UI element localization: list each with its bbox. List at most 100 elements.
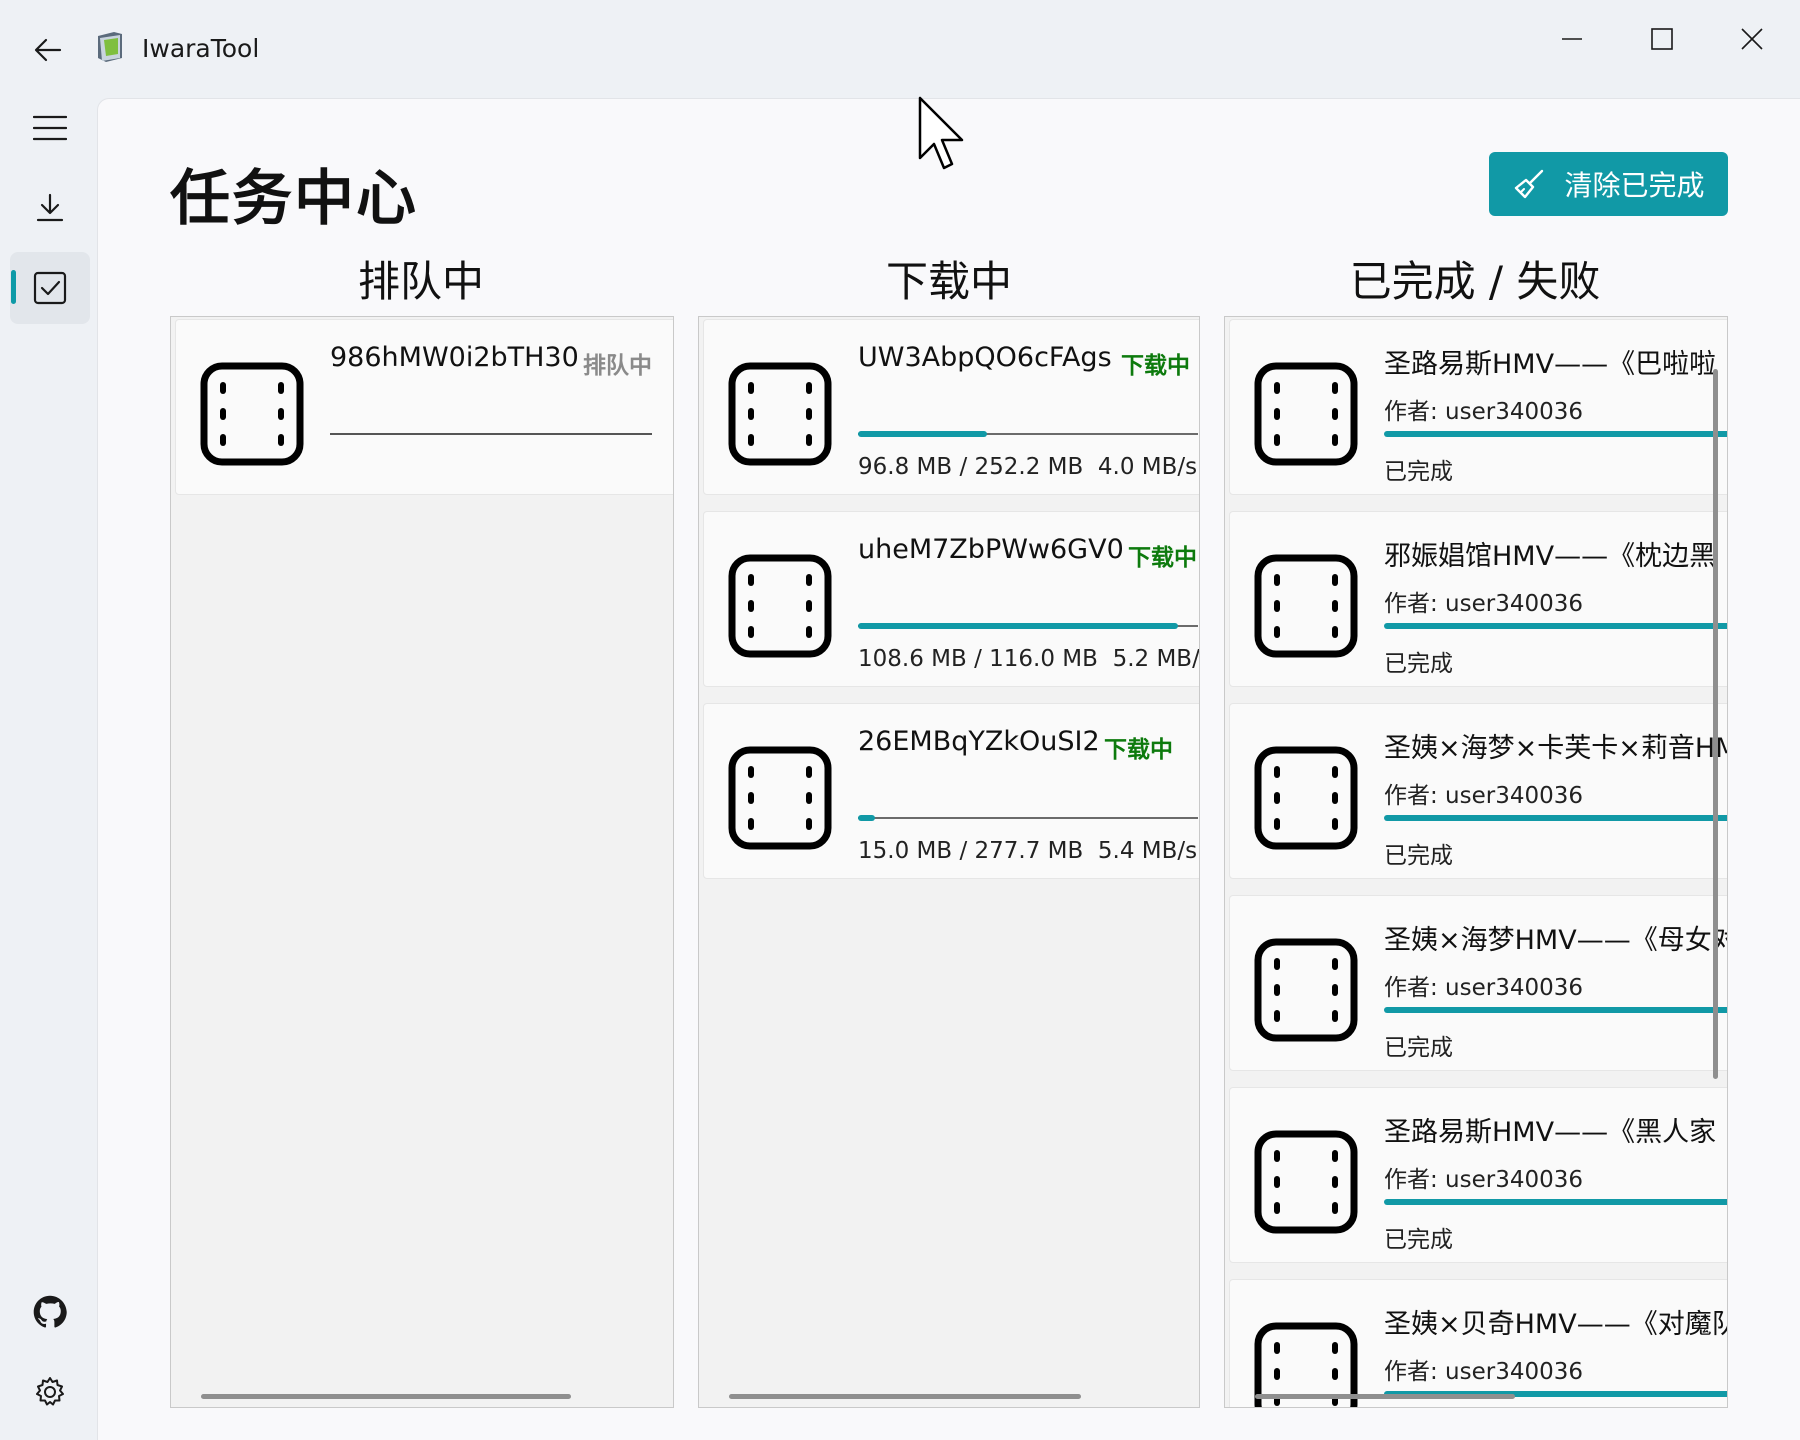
film-icon (728, 746, 832, 850)
status-badge: 下载中 (1104, 737, 1173, 763)
item-name: 圣姨×海梦×卡芙卡×莉音HM (1384, 733, 1728, 764)
download-icon (36, 193, 64, 222)
nav-settings[interactable] (10, 1356, 90, 1428)
item-name: 26EMBqYZkOuSI2 (858, 726, 1100, 757)
status-badge: 下载中 (1128, 545, 1197, 571)
item-name: 圣姨×海梦HMV——《母女对 (1384, 925, 1728, 956)
clear-completed-button[interactable]: 清除已完成 (1489, 152, 1728, 216)
item-size-speed: 108.6 MB / 116.0 MB 5.2 MB/s (858, 646, 1200, 672)
list-item[interactable]: 圣路易斯HMV——《巴啦啦作者: user340036 已完成 (1229, 319, 1727, 495)
film-icon (728, 554, 832, 658)
nav-menu-button[interactable] (10, 92, 90, 164)
item-name: 圣姨×贝奇HMV——《对魔队 (1384, 1309, 1728, 1340)
checkbox-icon (33, 271, 67, 305)
progress-track (858, 431, 1198, 437)
progress-fill (1384, 623, 1727, 629)
clear-completed-label: 清除已完成 (1564, 169, 1705, 202)
broom-icon (1515, 169, 1544, 199)
item-size: 96.8 MB / 252.2 MB (858, 454, 1084, 480)
item-author: 作者: user340036 (1384, 591, 1584, 617)
item-name: 邪娠娼馆HMV——《枕边黑 (1384, 541, 1717, 572)
horizontal-scrollbar[interactable] (201, 1394, 571, 1399)
progress-fill (1384, 815, 1727, 821)
item-status: 已完成 (1384, 1035, 1453, 1061)
minimize-icon (1562, 38, 1582, 40)
item-speed: 5.2 MB/s (1112, 646, 1200, 672)
progress-fill (858, 815, 875, 821)
film-icon (200, 362, 304, 466)
item-author: 作者: user340036 (1384, 1167, 1584, 1193)
item-size: 15.0 MB / 277.7 MB (858, 838, 1084, 864)
progress-fill (858, 623, 1178, 629)
github-icon (33, 1295, 67, 1328)
progress-fill (858, 431, 988, 437)
nav-download[interactable] (10, 172, 90, 244)
status-badge: 排队中 (583, 353, 652, 379)
column-header-downloading: 下载中 (885, 257, 1012, 306)
horizontal-scrollbar[interactable] (729, 1394, 1081, 1399)
item-name: uheM7ZbPWw6GV0 (858, 534, 1124, 565)
list-item[interactable]: uheM7ZbPWw6GV0 下载中 108.6 MB / 116.0 MB 5… (703, 511, 1200, 687)
progress-fill (1384, 431, 1727, 437)
title-bar: IwaraTool (0, 0, 1800, 98)
close-button[interactable] (1716, 10, 1788, 68)
item-status: 已完成 (1384, 651, 1453, 677)
progress-fill (1384, 1199, 1727, 1205)
item-status: 已完成 (1384, 843, 1453, 869)
item-name: 圣路易斯HMV——《巴啦啦 (1384, 349, 1717, 380)
item-size-speed: 96.8 MB / 252.2 MB 4.0 MB/s (858, 454, 1197, 480)
item-size: 108.6 MB / 116.0 MB (858, 646, 1098, 672)
progress-track (858, 815, 1198, 821)
list-item[interactable]: 26EMBqYZkOuSI2 下载中 15.0 MB / 277.7 MB 5.… (703, 703, 1199, 879)
gear-icon (36, 1377, 64, 1406)
film-icon (1254, 554, 1358, 658)
queued-panel[interactable]: 986hMW0i2bTH30 排队中 (170, 316, 674, 1408)
list-item[interactable]: 986hMW0i2bTH30 排队中 (175, 319, 673, 495)
item-name: UW3AbpQO6cFAgs (858, 342, 1112, 373)
item-status: 已完成 (1384, 1227, 1453, 1253)
item-speed: 5.4 MB/s (1097, 838, 1198, 864)
film-icon (1254, 1130, 1358, 1234)
progress-fill (1384, 1007, 1727, 1013)
horizontal-scrollbar[interactable] (1255, 1394, 1515, 1399)
film-icon (1254, 362, 1358, 466)
hamburger-menu-icon (33, 115, 67, 141)
item-name: 圣路易斯HMV——《黑人家 (1384, 1117, 1717, 1148)
app-title: IwaraTool (142, 34, 260, 63)
maximize-icon (1651, 28, 1673, 50)
item-author: 作者: user340036 (1384, 399, 1584, 425)
close-icon (1741, 28, 1763, 50)
column-header-queued: 排队中 (357, 257, 484, 306)
item-name: 986hMW0i2bTH30 (330, 342, 579, 373)
item-size-speed: 15.0 MB / 277.7 MB 5.4 MB/s (858, 838, 1197, 864)
item-speed: 4.0 MB/s (1097, 454, 1198, 480)
downloading-panel[interactable]: UW3AbpQO6cFAgs 下载中 96.8 MB / 252.2 MB 4.… (698, 316, 1200, 1408)
film-icon (1254, 746, 1358, 850)
list-item[interactable]: 圣姨×海梦×卡芙卡×莉音HM 作者: user340036 已完成 (1229, 703, 1728, 879)
column-header-done: 已完成 / 失败 (1349, 257, 1601, 306)
status-badge: 下载中 (1121, 353, 1190, 379)
nav-task-center[interactable] (10, 252, 90, 324)
mouse-cursor-icon (918, 96, 964, 170)
film-icon (1254, 938, 1358, 1042)
list-item[interactable]: 圣姨×海梦HMV——《母女对作者: user340036 已完成 (1229, 895, 1728, 1071)
item-author: 作者: user340036 (1384, 783, 1584, 809)
item-author: 作者: user340036 (1384, 975, 1584, 1001)
maximize-button[interactable] (1626, 10, 1698, 68)
minimize-button[interactable] (1536, 10, 1608, 68)
nav-github[interactable] (10, 1276, 90, 1348)
item-author: 作者: user340036 (1384, 1359, 1584, 1385)
film-icon (728, 362, 832, 466)
nav-active-indicator (11, 270, 16, 304)
item-status: 已完成 (1384, 459, 1453, 485)
list-item[interactable]: 邪娠娼馆HMV——《枕边黑作者: user340036 已完成 (1229, 511, 1727, 687)
back-button[interactable] (22, 24, 74, 76)
list-item[interactable]: 圣路易斯HMV——《黑人家作者: user340036 已完成 (1229, 1087, 1727, 1263)
list-item[interactable]: 圣姨×贝奇HMV——《对魔队作者: user340036已完成 (1229, 1279, 1728, 1407)
progress-track (330, 433, 652, 435)
done-panel[interactable]: 圣路易斯HMV——《巴啦啦 作者: user340036 已完成 邪娠娼馆HMV——《… (1224, 316, 1728, 1408)
page-title: 任务中心 (170, 164, 418, 234)
arrow-left-icon (34, 38, 62, 62)
list-item[interactable]: UW3AbpQO6cFAgs 下载中 96.8 MB / 252.2 MB 4.… (703, 319, 1199, 495)
vertical-scrollbar[interactable] (1713, 369, 1718, 1079)
